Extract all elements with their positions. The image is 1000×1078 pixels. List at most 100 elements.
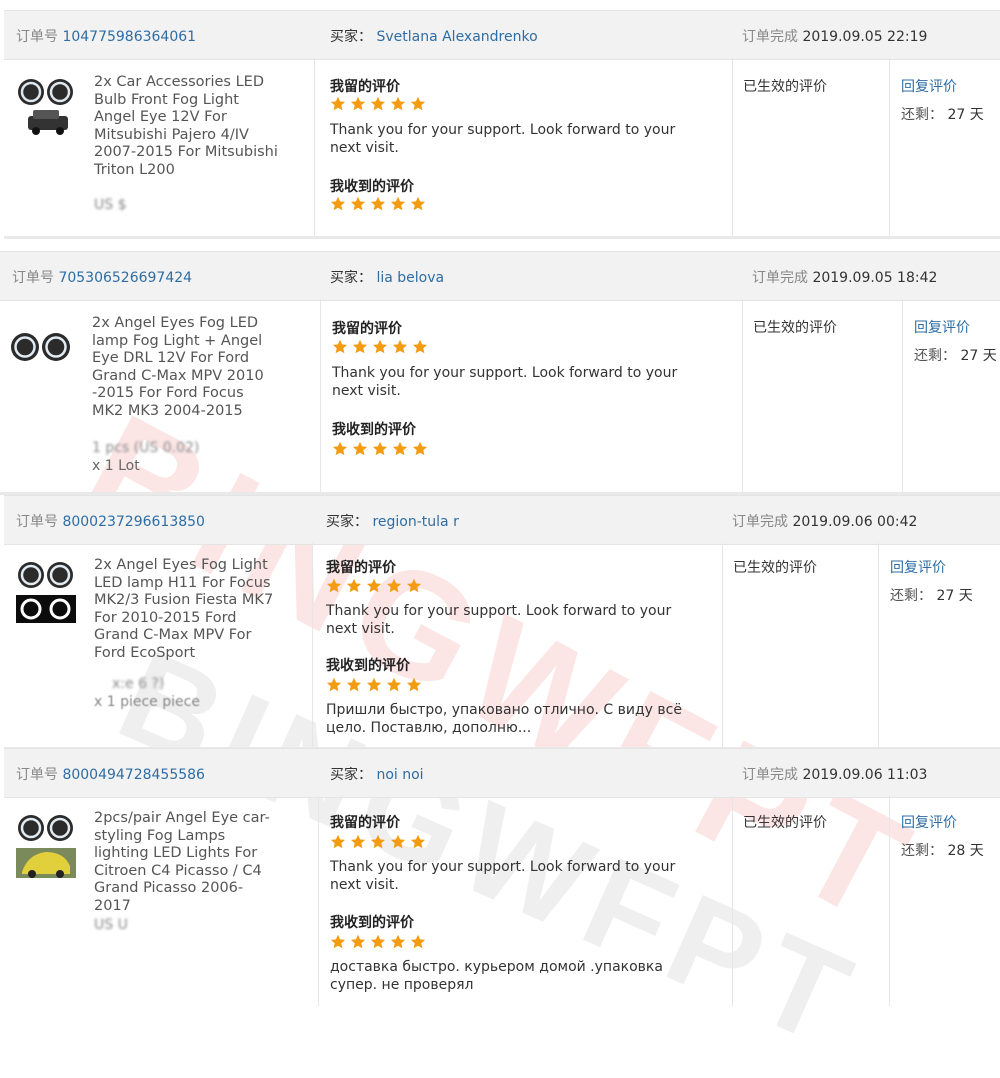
- received-rating-stars: [330, 934, 430, 950]
- reply-review-link[interactable]: 回复评价: [890, 557, 946, 577]
- star-icon: [330, 834, 346, 849]
- order-number-label: 订单号: [16, 767, 58, 783]
- order-header: 订单号 8000237296613850 买家： region-tula r 订…: [4, 495, 1000, 545]
- order-number-block: 订单号 8000494728455586: [16, 764, 205, 784]
- star-icon: [390, 96, 406, 111]
- order-header: 订单号 104775986364061 买家： Svetlana Alexand…: [4, 10, 1000, 60]
- effective-review-status: 已生效的评价: [753, 320, 837, 336]
- order-number-link[interactable]: 8000237296613850: [62, 514, 205, 530]
- star-icon: [370, 934, 386, 949]
- effective-review-status: 已生效的评价: [733, 560, 817, 576]
- star-icon: [326, 677, 342, 692]
- completed-block: 订单完成 2019.09.06 00:42: [732, 511, 917, 531]
- reply-review-link[interactable]: 回复评价: [901, 812, 957, 832]
- star-icon: [330, 934, 346, 949]
- my-review-heading: 我留的评价: [326, 560, 396, 576]
- star-icon: [372, 441, 388, 456]
- order-body: 2x Angel Eyes Fog Light LED lamp H11 For…: [4, 543, 1000, 750]
- star-icon: [386, 578, 402, 593]
- divider: [902, 299, 903, 492]
- star-icon: [386, 677, 402, 692]
- star-icon: [390, 934, 406, 949]
- completed-time: 2019.09.05 18:42: [812, 270, 938, 286]
- divider: [889, 796, 890, 1006]
- order-number-block: 订单号 705306526697424: [12, 267, 192, 287]
- my-review-text: Thank you for your support. Look forward…: [326, 603, 672, 637]
- reply-review-link[interactable]: 回复评价: [914, 317, 970, 337]
- product-price: US $: [94, 197, 127, 213]
- order-header: 订单号 8000494728455586 买家： noi noi 订单完成 20…: [4, 748, 1000, 798]
- my-review-heading: 我留的评价: [330, 79, 400, 95]
- remaining-days: 27 天: [936, 588, 973, 604]
- product-thumbnail[interactable]: [8, 313, 72, 383]
- reply-review-link[interactable]: 回复评价: [901, 76, 957, 96]
- order-number-block: 订单号 8000237296613850: [16, 511, 205, 531]
- received-rating-stars: [330, 196, 430, 212]
- days-remaining: 还剩： 27 天: [914, 345, 997, 365]
- order-number-link[interactable]: 104775986364061: [62, 29, 196, 45]
- completed-time: 2019.09.06 00:42: [792, 514, 918, 530]
- days-remaining: 还剩： 27 天: [890, 585, 973, 605]
- divider: [320, 299, 321, 492]
- star-icon: [392, 441, 408, 456]
- star-icon: [370, 196, 386, 211]
- product-title-link[interactable]: 2pcs/pair Angel Eye car-styling Fog Lamp…: [94, 810, 280, 916]
- order-header: 订单号 705306526697424 买家： lia belova 订单完成 …: [0, 251, 1000, 301]
- my-review-text: Thank you for your support. Look forward…: [332, 365, 678, 399]
- divider: [742, 299, 743, 492]
- star-icon: [332, 339, 348, 354]
- star-icon: [330, 96, 346, 111]
- divider: [312, 543, 313, 747]
- completed-block: 订单完成 2019.09.05 18:42: [752, 267, 937, 287]
- buyer-link[interactable]: noi noi: [376, 767, 423, 783]
- order-number-label: 订单号: [16, 514, 58, 530]
- star-icon: [412, 339, 428, 354]
- star-icon: [332, 441, 348, 456]
- buyer-link[interactable]: Svetlana Alexandrenko: [376, 29, 537, 45]
- product-title-link[interactable]: 2x Angel Eyes Fog Light LED lamp H11 For…: [94, 557, 280, 663]
- product-thumbnail[interactable]: [14, 72, 78, 142]
- completed-time: 2019.09.05 22:19: [802, 29, 928, 45]
- my-review-heading: 我留的评价: [330, 815, 400, 831]
- buyer-link[interactable]: lia belova: [376, 270, 444, 286]
- remaining-days: 27 天: [947, 107, 984, 123]
- completed-time: 2019.09.06 11:03: [802, 767, 928, 783]
- product-title-link[interactable]: 2x Angel Eyes Fog LED lamp Fog Light + A…: [92, 315, 278, 421]
- buyer-link[interactable]: region-tula r: [372, 514, 458, 530]
- my-review-heading: 我留的评价: [332, 321, 402, 337]
- product-thumbnail[interactable]: [14, 810, 78, 880]
- received-review-heading: 我收到的评价: [326, 658, 410, 674]
- star-icon: [410, 834, 426, 849]
- star-icon: [350, 834, 366, 849]
- order-number-link[interactable]: 8000494728455586: [62, 767, 205, 783]
- days-remaining: 还剩： 27 天: [901, 104, 984, 124]
- product-title-link[interactable]: 2x Car Accessories LED Bulb Front Fog Li…: [94, 74, 280, 180]
- star-icon: [350, 96, 366, 111]
- buyer-label: 买家：: [326, 514, 368, 530]
- star-icon: [350, 934, 366, 949]
- effective-review-status: 已生效的评价: [743, 79, 827, 95]
- star-icon: [372, 339, 388, 354]
- star-icon: [406, 677, 422, 692]
- completed-block: 订单完成 2019.09.06 11:03: [742, 764, 927, 784]
- divider: [318, 796, 319, 1006]
- remaining-days: 27 天: [960, 348, 997, 364]
- my-review-text: Thank you for your support. Look forward…: [330, 122, 676, 156]
- product-price: x:e 6 ?): [112, 676, 165, 692]
- received-review-heading: 我收到的评价: [330, 915, 414, 931]
- star-icon: [366, 578, 382, 593]
- star-icon: [346, 677, 362, 692]
- star-icon: [352, 441, 368, 456]
- star-icon: [410, 934, 426, 949]
- received-review-text: доставка быстро. курьером домой .упаковк…: [330, 959, 663, 993]
- product-thumbnail[interactable]: [14, 557, 78, 627]
- divider: [732, 796, 733, 1006]
- buyer-block: 买家： Svetlana Alexandrenko: [330, 26, 538, 46]
- received-review-heading: 我收到的评价: [330, 179, 414, 195]
- buyer-block: 买家： noi noi: [330, 764, 424, 784]
- order-number-label: 订单号: [12, 270, 54, 286]
- order-number-link[interactable]: 705306526697424: [58, 270, 192, 286]
- star-icon: [352, 339, 368, 354]
- received-review-text: Пришли быстро, упаковано отлично. С виду…: [326, 702, 682, 736]
- completed-label: 订单完成: [732, 514, 788, 530]
